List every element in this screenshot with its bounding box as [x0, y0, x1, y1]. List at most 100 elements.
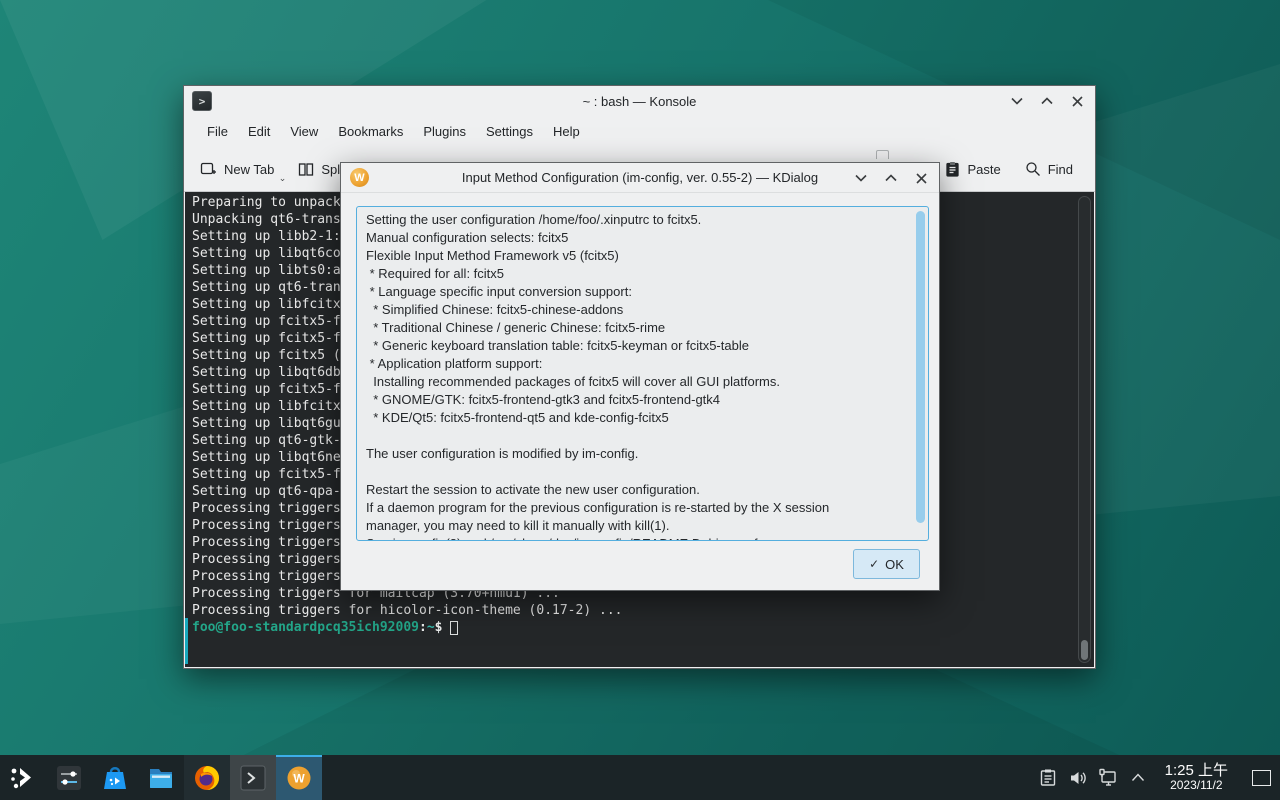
konsole-window-icon: > [192, 91, 212, 111]
menu-item[interactable]: Plugins [413, 119, 476, 144]
chevron-down-icon: ⌄ [279, 173, 287, 184]
terminal-line: Processing triggers for hicolor-icon-the… [192, 602, 1072, 619]
im-config-w-icon: W [350, 168, 369, 187]
clipboard-icon [1039, 768, 1057, 787]
im-config-task-button[interactable]: W [276, 755, 322, 800]
dialog-message-line: The user configuration is modified by im… [366, 445, 919, 463]
dialog-scrollbar-thumb[interactable] [916, 211, 925, 523]
dolphin-button[interactable] [138, 755, 184, 800]
menu-item[interactable]: Edit [238, 119, 280, 144]
volume-icon [1068, 769, 1088, 787]
konsole-icon [238, 763, 268, 793]
volume-tray-button[interactable] [1065, 765, 1091, 791]
split-view-label: Spl [321, 162, 340, 177]
discover-button[interactable] [92, 755, 138, 800]
menu-item[interactable]: Settings [476, 119, 543, 144]
dialog-message-line: See im-config(8) and /usr/share/doc/im-c… [366, 535, 919, 541]
maximize-button[interactable] [1039, 93, 1055, 109]
dialog-message-line: * KDE/Qt5: fcitx5-frontend-qt5 and kde-c… [366, 409, 919, 427]
clipboard-tray-button[interactable] [1035, 765, 1061, 791]
new-output-indicator [185, 618, 188, 664]
terminal-cursor [450, 621, 458, 635]
konsole-menubar: FileEditViewBookmarksPluginsSettingsHelp [184, 116, 1095, 147]
im-config-dialog: W Input Method Configuration (im-config,… [340, 162, 940, 591]
dialog-message-line: Installing recommended packages of fcitx… [366, 373, 919, 391]
konsole-window-title: ~ : bash — Konsole [184, 94, 1095, 109]
menu-item[interactable]: File [197, 119, 238, 144]
show-desktop-button[interactable] [1248, 765, 1274, 791]
terminal-prompt-line: foo@foo-standardpcq35ich92009:~$ [192, 619, 1072, 636]
ok-button-label: OK [885, 557, 904, 572]
close-icon [1072, 96, 1083, 107]
app-launcher-icon [8, 763, 38, 793]
taskbar: W 1:25 上午 2023/11/2 [0, 755, 1280, 800]
im-config-w-icon: W [284, 763, 314, 793]
prompt-user-host: foo@foo-standardpcq35ich92009 [192, 619, 419, 636]
chevron-down-icon [855, 174, 867, 182]
firefox-task-button[interactable] [184, 755, 230, 800]
prompt-colon: : [419, 619, 427, 636]
dialog-close-button[interactable] [913, 170, 929, 186]
menu-item[interactable]: Help [543, 119, 590, 144]
dialog-message-line [366, 463, 919, 481]
dialog-title: Input Method Configuration (im-config, v… [341, 170, 939, 185]
system-settings-button[interactable] [46, 755, 92, 800]
prompt-path: ~ [427, 619, 435, 636]
dialog-message-lines: Setting the user configuration /home/foo… [357, 207, 928, 541]
paste-button[interactable]: Paste [937, 155, 1008, 184]
system-settings-icon [54, 763, 84, 793]
chevron-up-icon [1041, 97, 1053, 105]
network-tray-button[interactable] [1095, 765, 1121, 791]
dialog-message-line: * Simplified Chinese: fcitx5-chinese-add… [366, 301, 919, 319]
network-icon [1098, 768, 1118, 787]
system-tray: 1:25 上午 2023/11/2 [1035, 755, 1280, 800]
dialog-message-line: Setting the user configuration /home/foo… [366, 211, 919, 229]
copy-icon-partial[interactable] [876, 150, 889, 159]
terminal-scrollbar[interactable] [1078, 196, 1091, 663]
discover-icon [100, 763, 130, 793]
search-icon [1025, 161, 1041, 177]
dialog-message-line: * Traditional Chinese / generic Chinese:… [366, 319, 919, 337]
dialog-message-line: Manual configuration selects: fcitx5 [366, 229, 919, 247]
dialog-message-line: * Application platform support: [366, 355, 919, 373]
clock[interactable]: 1:25 上午 2023/11/2 [1155, 762, 1238, 793]
dialog-maximize-button[interactable] [883, 170, 899, 186]
dialog-message-line: If a daemon program for the previous con… [366, 499, 919, 517]
ok-button[interactable]: ✓ OK [853, 549, 920, 579]
app-launcher-button[interactable] [0, 755, 46, 800]
svg-text:W: W [293, 771, 305, 785]
dialog-minimize-button[interactable] [853, 170, 869, 186]
dialog-message-line: * Required for all: fcitx5 [366, 265, 919, 283]
dialog-message-line [366, 427, 919, 445]
tray-expander-button[interactable] [1125, 765, 1151, 791]
konsole-titlebar[interactable]: > ~ : bash — Konsole [184, 86, 1095, 116]
dialog-message-line: Restart the session to activate the new … [366, 481, 919, 499]
close-icon [916, 173, 927, 184]
konsole-task-button[interactable] [230, 755, 276, 800]
menu-item[interactable]: Bookmarks [328, 119, 413, 144]
clock-time: 1:25 上午 [1165, 762, 1228, 779]
minimize-button[interactable] [1009, 93, 1025, 109]
dialog-message-line: * Language specific input conversion sup… [366, 283, 919, 301]
dialog-message-line: manager, you may need to kill it manuall… [366, 517, 919, 535]
chevron-up-icon [1131, 773, 1145, 782]
new-tab-icon [200, 161, 217, 177]
dialog-message-line: * Generic keyboard translation table: fc… [366, 337, 919, 355]
dialog-message-line: Flexible Input Method Framework v5 (fcit… [366, 247, 919, 265]
close-button[interactable] [1069, 93, 1085, 109]
dialog-line-list: Setting the user configuration /home/foo… [366, 211, 919, 541]
check-icon: ✓ [869, 557, 879, 571]
dialog-message-area[interactable]: Setting the user configuration /home/foo… [356, 206, 929, 541]
firefox-icon [192, 763, 222, 793]
clock-date: 2023/11/2 [1165, 779, 1228, 793]
show-desktop-icon [1252, 770, 1271, 786]
new-tab-button[interactable]: New Tab ⌄ [192, 155, 282, 183]
dialog-titlebar[interactable]: W Input Method Configuration (im-config,… [341, 163, 939, 193]
menu-item[interactable]: View [280, 119, 328, 144]
menu-item-list: FileEditViewBookmarksPluginsSettingsHelp [197, 119, 590, 144]
find-label: Find [1048, 162, 1073, 177]
terminal-scrollbar-thumb[interactable] [1081, 640, 1088, 660]
dialog-message-line: * GNOME/GTK: fcitx5-frontend-gtk3 and fc… [366, 391, 919, 409]
new-tab-label: New Tab [224, 162, 274, 177]
find-button[interactable]: Find [1017, 155, 1081, 184]
